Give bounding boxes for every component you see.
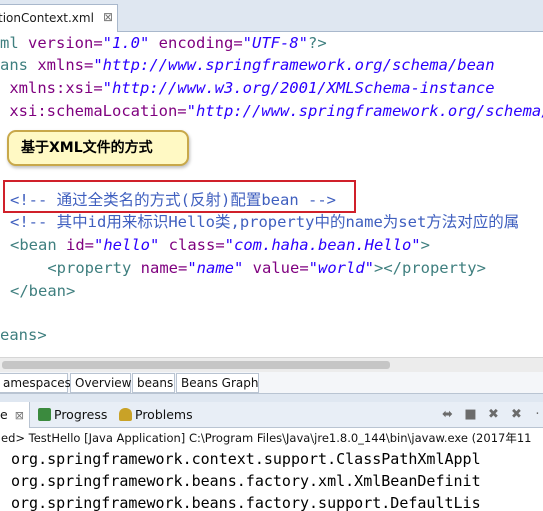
- code-token: "http://www.springframework.org/schema/s: [186, 102, 543, 120]
- code-line: eans>: [0, 324, 47, 346]
- remove-launch-icon[interactable]: ✖: [486, 407, 501, 422]
- view-separator: [0, 394, 543, 402]
- tab-problems[interactable]: Problems: [119, 402, 193, 428]
- code-token: "http://www.springframework.org/schema/b…: [93, 56, 495, 74]
- tab-console-label: e: [0, 407, 8, 422]
- code-token: ans: [0, 56, 38, 74]
- code-line: xmlns:xsi="http://www.w3.org/2001/XMLSch…: [0, 77, 495, 99]
- code-token: xmlns=: [37, 56, 94, 74]
- code-token: id=: [66, 236, 94, 254]
- tab-beans-graph[interactable]: Beans Graph: [176, 373, 259, 393]
- code-token: xsi:schemaLocation=: [0, 102, 187, 120]
- editor-tab-label: tionContext.xml: [0, 11, 94, 25]
- console-line: org.springframework.beans.factory.suppor…: [11, 494, 481, 511]
- editor-tab-bar: tionContext.xml ⊠: [0, 0, 543, 32]
- console-output[interactable]: org.springframework.context.support.Clas…: [0, 448, 543, 511]
- code-token: <!-- 其中id用来标识Hello类,property中的name为set方法…: [10, 213, 520, 231]
- annotation-callout: 基于XML文件的方式: [7, 130, 189, 166]
- scrollbar-thumb[interactable]: [2, 361, 390, 369]
- scroll-lock-icon[interactable]: ⬌: [440, 407, 455, 422]
- code-line: <property name="name" value="world"></pr…: [10, 257, 486, 279]
- close-icon[interactable]: ⊠: [15, 409, 24, 422]
- progress-icon: [38, 408, 51, 421]
- code-token: name=: [140, 259, 188, 277]
- code-line: <bean id="hello" class="com.haha.bean.He…: [10, 234, 430, 256]
- tab-progress[interactable]: Progress: [38, 402, 107, 428]
- code-token: value=: [243, 259, 309, 277]
- code-token: "1.0": [102, 34, 150, 52]
- code-token: eans>: [0, 326, 47, 344]
- pin-icon[interactable]: ·: [530, 407, 543, 422]
- code-token: >: [420, 236, 430, 254]
- code-token: ?>: [307, 34, 327, 52]
- code-token: encoding=: [149, 34, 243, 52]
- code-token: <bean: [10, 236, 66, 254]
- horizontal-scrollbar[interactable]: [0, 357, 543, 372]
- code-token: "http://www.w3.org/2001/XMLSchema-instan…: [102, 79, 495, 97]
- code-line: ans xmlns="http://www.springframework.or…: [0, 54, 495, 76]
- code-token: "world": [308, 259, 374, 277]
- console-line: org.springframework.beans.factory.xml.Xm…: [11, 472, 481, 490]
- code-line: xsi:schemaLocation="http://www.springfra…: [0, 100, 543, 122]
- editor-tab-applicationcontext[interactable]: tionContext.xml ⊠: [0, 4, 118, 32]
- tab-console[interactable]: e ⊠: [0, 402, 30, 428]
- code-token: ></property>: [373, 259, 486, 277]
- tab-overview[interactable]: Overview: [70, 373, 132, 393]
- highlight-box: [3, 180, 356, 213]
- code-line: </bean>: [10, 280, 75, 302]
- code-token: class=: [159, 236, 225, 254]
- code-token: "com.haha.bean.Hello": [224, 236, 421, 254]
- code-token: <property: [10, 259, 141, 277]
- code-token: "name": [187, 259, 244, 277]
- tab-progress-label: Progress: [54, 407, 108, 422]
- tab-problems-label: Problems: [135, 407, 193, 422]
- code-token: "hello": [94, 236, 160, 254]
- code-token: </bean>: [10, 282, 76, 300]
- tab-beans[interactable]: beans: [132, 373, 175, 393]
- code-line: <!-- 其中id用来标识Hello类,property中的name为set方法…: [10, 211, 519, 233]
- code-token: version=: [28, 34, 103, 52]
- terminate-icon[interactable]: ■: [463, 407, 478, 422]
- code-line: ml version="1.0" encoding="UTF-8"?>: [0, 32, 327, 54]
- code-token: ml: [0, 34, 28, 52]
- remove-all-icon[interactable]: ✖: [509, 407, 524, 422]
- problems-icon: [119, 408, 132, 421]
- tab-namespaces[interactable]: amespaces: [0, 373, 71, 393]
- close-icon[interactable]: ⊠: [103, 10, 113, 24]
- code-token: xmlns:xsi=: [0, 79, 103, 97]
- console-process-label: ed> TestHello [Java Application] C:\Prog…: [0, 428, 543, 448]
- console-line: org.springframework.context.support.Clas…: [11, 450, 481, 468]
- code-token: "UTF-8": [242, 34, 308, 52]
- console-tab-bar: e ⊠ Progress Problems ⬌ ■ ✖ ✖ ·: [0, 402, 543, 428]
- editor-page-tabs: amespaces Overview beans Beans Graph: [0, 372, 543, 394]
